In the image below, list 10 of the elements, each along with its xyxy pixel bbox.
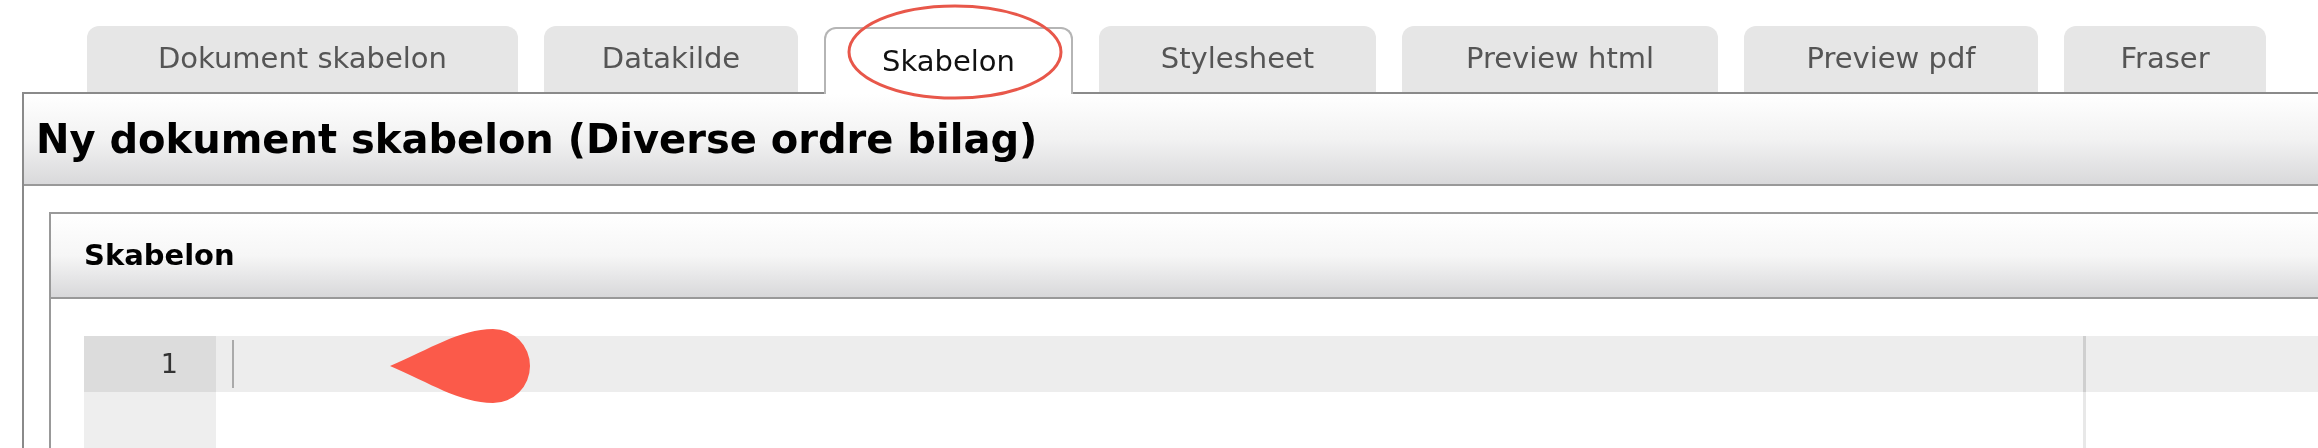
panel-title: Skabelon [84,236,235,274]
line-number: 1 [84,336,216,392]
tab[interactable]: Datakilde [544,26,798,92]
tab[interactable]: Preview html [1402,26,1718,92]
tab[interactable]: Stylesheet [1099,26,1376,92]
page-title: Ny dokument skabelon (Diverse ordre bilag) [36,115,1038,164]
tab[interactable]: Dokument skabelon [87,26,518,92]
tab[interactable]: Fraser [2064,26,2266,92]
tab[interactable]: Skabelon [824,27,1073,94]
tab[interactable]: Preview pdf [1744,26,2038,92]
